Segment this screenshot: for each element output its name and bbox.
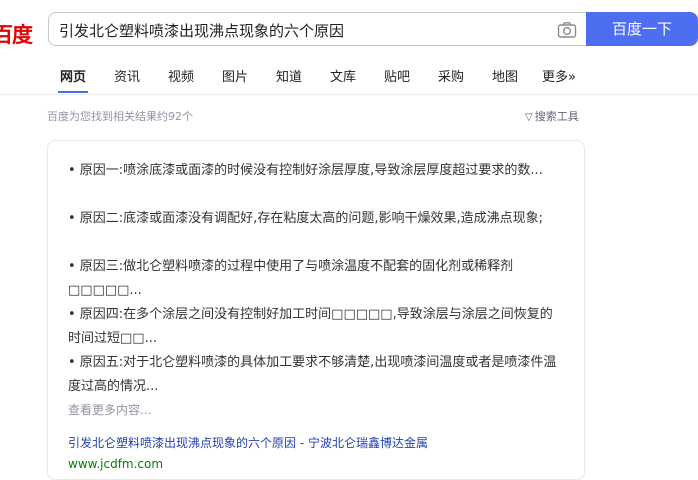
search-tools-label: 搜索工具: [534, 110, 579, 123]
header: 百度 引发北仑塑料喷漆出现沸点现象的六个原因 百度一下: [0, 0, 698, 58]
tab-map[interactable]: 地图: [492, 66, 518, 85]
list-item: • 原因三:做北仑塑料喷漆的过程中使用了与喷涂温度不配套的固化剂或稀释剂□□□□…: [68, 259, 514, 298]
tab-wenku[interactable]: 文库: [330, 66, 356, 85]
tab-more[interactable]: 更多»: [542, 66, 576, 85]
filter-icon: ▽: [525, 112, 533, 123]
list-item: • 原因二:底漆或面漆没有调配好,存在粘度太高的问题,影响干燥效果,造成沸点现象…: [68, 211, 543, 226]
list-item: • 原因四:在多个涂层之间没有控制好加工时间□□□□□,导致涂层与涂层之间恢复的…: [68, 307, 553, 346]
result-title-link[interactable]: 引发北仑塑料喷漆出现沸点现象的六个原因 - 宁波北仑瑞鑫博达金属: [68, 434, 428, 451]
result-url[interactable]: www.jcdfm.com: [68, 457, 163, 471]
active-tab-indicator: [58, 91, 88, 93]
tab-news[interactable]: 资讯: [114, 66, 140, 85]
search-box[interactable]: 引发北仑塑料喷漆出现沸点现象的六个原因: [48, 12, 586, 46]
result-card: • 原因一:喷涂底漆或面漆的时候没有控制好涂层厚度,导致涂层厚度超过要求的数..…: [47, 140, 585, 480]
tab-zhidao[interactable]: 知道: [276, 66, 302, 85]
search-tools[interactable]: ▽ 搜索工具: [525, 108, 579, 124]
baidu-logo[interactable]: 百度: [0, 19, 33, 49]
tab-tieba[interactable]: 贴吧: [384, 66, 410, 85]
list-item: • 原因五:对于北仑塑料喷漆的具体加工要求不够清楚,出现喷漆间温度或者是喷漆件温…: [68, 355, 557, 394]
tab-images[interactable]: 图片: [222, 66, 248, 85]
list-item: • 原因一:喷涂底漆或面漆的时候没有控制好涂层厚度,导致涂层厚度超过要求的数..…: [68, 163, 543, 178]
search-button[interactable]: 百度一下: [586, 12, 698, 46]
camera-icon[interactable]: [557, 21, 577, 39]
tab-web[interactable]: 网页: [60, 66, 86, 85]
search-input[interactable]: 引发北仑塑料喷漆出现沸点现象的六个原因: [59, 20, 344, 41]
result-count: 百度为您找到相关结果约92个: [47, 110, 193, 123]
tab-video[interactable]: 视频: [168, 66, 194, 85]
view-more-link[interactable]: 查看更多内容...: [68, 401, 151, 418]
tab-purchase[interactable]: 采购: [438, 66, 464, 85]
nav-tabs: 网页 资讯 视频 图片 知道 文库 贴吧 采购 地图 更多»: [0, 58, 698, 95]
